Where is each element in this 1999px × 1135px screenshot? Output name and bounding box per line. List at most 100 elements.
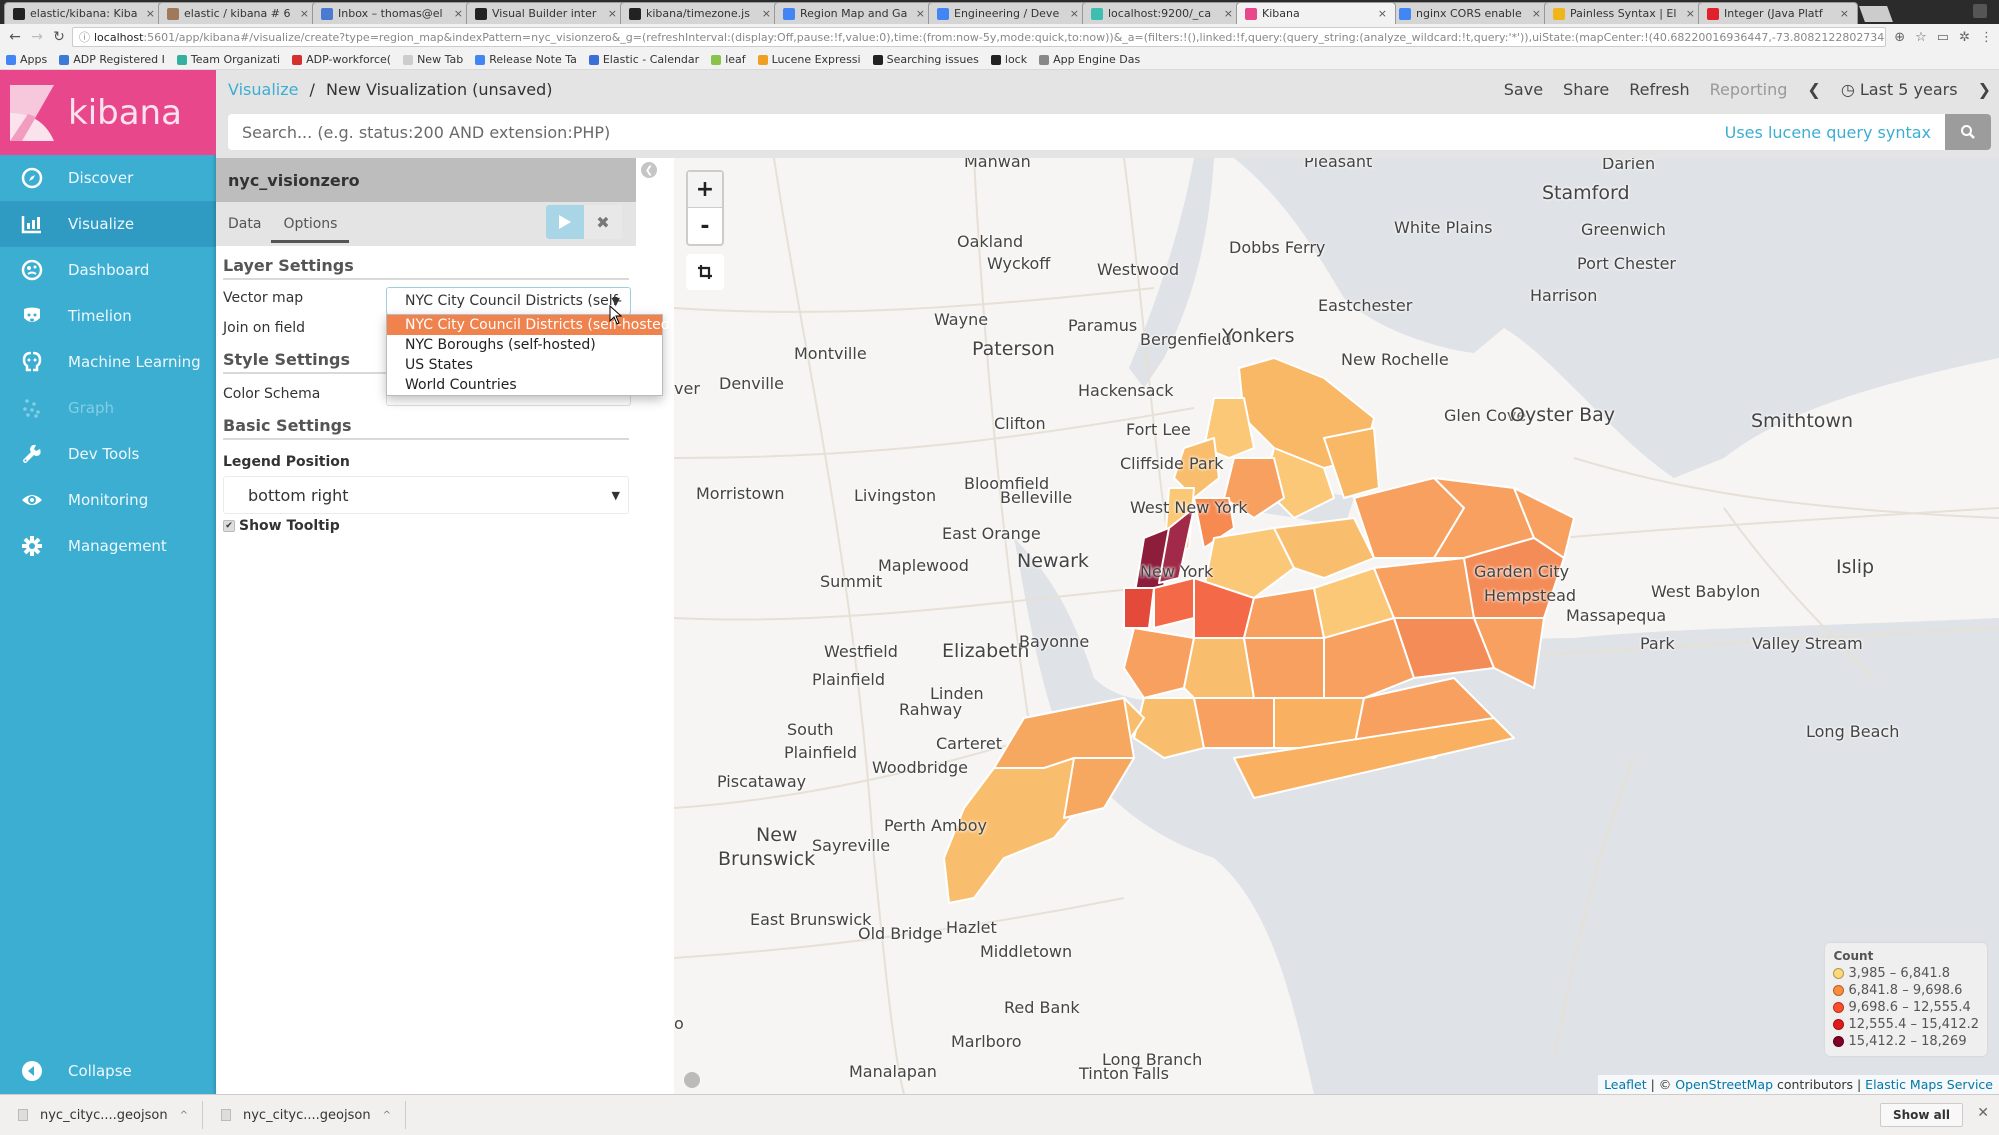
osm-link[interactable]: OpenStreetMap (1675, 1077, 1773, 1092)
back-icon[interactable]: ← (6, 29, 24, 45)
close-tab-icon[interactable]: × (916, 7, 925, 20)
tab-data[interactable]: Data (228, 202, 261, 246)
close-tab-icon[interactable]: × (1070, 7, 1079, 20)
refresh-button[interactable]: Refresh (1629, 80, 1689, 99)
bookmark-item[interactable]: lock (990, 53, 1027, 66)
download-item[interactable]: nyc_cityc....geojson ^ (203, 1101, 406, 1129)
close-tab-icon[interactable]: × (146, 7, 155, 20)
close-tab-icon[interactable]: × (1378, 7, 1387, 20)
download-item[interactable]: nyc_cityc....geojson ^ (0, 1101, 203, 1129)
search-icon (1961, 125, 1975, 139)
share-button[interactable]: Share (1563, 80, 1609, 99)
browser-tab[interactable]: Painless Syntax | El × (1544, 2, 1704, 24)
lucene-syntax-link[interactable]: Uses lucene query syntax (1725, 123, 1931, 142)
sidebar-item-dev-tools[interactable]: Dev Tools (0, 431, 216, 477)
url-input[interactable]: ⓘ localhost :5601/app/kibana#/visualize/… (72, 27, 1887, 47)
tab-options[interactable]: Options (271, 202, 350, 246)
fit-bounds-button[interactable] (686, 254, 724, 290)
bookmark-item[interactable]: New Tab (403, 53, 463, 66)
search-button[interactable] (1945, 114, 1991, 150)
vector-map-option[interactable]: World Countries (387, 375, 662, 395)
close-tab-icon[interactable]: × (300, 7, 309, 20)
new-tab-button[interactable] (1859, 6, 1893, 22)
vector-map-value: NYC City Council Districts (self- (405, 293, 622, 309)
bookmark-item[interactable]: App Engine Das (1039, 53, 1140, 66)
locate-icon[interactable] (684, 1072, 700, 1088)
graph-icon (20, 396, 44, 420)
play-icon (559, 215, 571, 229)
window-control-icon[interactable] (1973, 4, 1987, 18)
zoom-page-icon[interactable]: ⊕ (1894, 30, 1905, 45)
browser-tab[interactable]: Inbox – thomas@el × (312, 2, 472, 24)
reload-icon[interactable]: ↻ (50, 29, 68, 45)
zoom-out-button[interactable]: - (688, 208, 722, 244)
close-downloads-icon[interactable]: ✕ (1977, 1105, 1989, 1121)
close-tab-icon[interactable]: × (1840, 7, 1849, 20)
bookmark-item[interactable]: Searching issues (872, 53, 979, 66)
browser-tab[interactable]: elastic / kibana # 6 × (158, 2, 318, 24)
cast-icon[interactable]: ▭ (1937, 30, 1949, 45)
sidebar-item-monitoring[interactable]: Monitoring (0, 477, 216, 523)
sidebar-item-label: Timelion (68, 307, 132, 325)
map-place-label: Clifton (994, 414, 1046, 433)
time-picker-button[interactable]: ◷ Last 5 years (1841, 80, 1958, 99)
forward-icon[interactable]: → (28, 29, 46, 45)
discard-changes-button[interactable]: ✖ (584, 205, 622, 239)
breadcrumb-visualize-link[interactable]: Visualize (228, 80, 298, 99)
chevron-up-icon[interactable]: ^ (180, 1110, 188, 1121)
close-tab-icon[interactable]: × (1686, 7, 1695, 20)
bookmark-item[interactable]: leaf (711, 53, 746, 66)
browser-tab[interactable]: Engineering / Deve × (928, 2, 1088, 24)
bookmark-star-icon[interactable]: ☆ (1915, 30, 1927, 45)
region-map[interactable]: Mahwah Pleasant Darien Stamford Oakland Wycko… (674, 158, 1999, 1094)
bookmark-item[interactable]: Release Note Ta (475, 53, 577, 66)
extension-icon[interactable]: ✲ (1959, 30, 1970, 45)
bookmark-item[interactable]: Team Organizati (176, 53, 280, 66)
browser-tab[interactable]: kibana/timezone.js × (620, 2, 780, 24)
browser-tab[interactable]: Visual Builder inter × (466, 2, 626, 24)
close-tab-icon[interactable]: × (1532, 7, 1541, 20)
time-prev-icon[interactable]: ❮ (1807, 80, 1820, 99)
browser-menu-icon[interactable]: ⋮ (1980, 30, 1993, 45)
apply-changes-button[interactable] (546, 205, 584, 239)
sidebar-item-visualize[interactable]: Visualize (0, 201, 216, 247)
bookmark-item[interactable]: Lucene Expressi (757, 53, 861, 66)
legend-position-select[interactable]: bottom right ▼ (223, 476, 629, 514)
browser-tab[interactable]: elastic/kibana: Kiba × (4, 2, 164, 24)
zoom-in-button[interactable]: + (688, 172, 722, 208)
sidebar-item-timelion[interactable]: Timelion (0, 293, 216, 339)
vector-map-select[interactable]: NYC City Council Districts (self- ▼ (386, 287, 631, 315)
sidebar-item-graph[interactable]: Graph (0, 385, 216, 431)
browser-tab[interactable]: Region Map and Ga × (774, 2, 934, 24)
browser-tab[interactable]: nginx CORS enable × (1390, 2, 1550, 24)
bookmark-item[interactable]: ADP Registered I (59, 53, 165, 66)
reporting-button[interactable]: Reporting (1710, 80, 1788, 99)
collapse-button[interactable]: Collapse (0, 1048, 216, 1094)
close-tab-icon[interactable]: × (454, 7, 463, 20)
show-all-downloads-button[interactable]: Show all (1879, 1103, 1963, 1127)
leaflet-link[interactable]: Leaflet (1604, 1077, 1647, 1092)
close-tab-icon[interactable]: × (608, 7, 617, 20)
save-button[interactable]: Save (1504, 80, 1543, 99)
search-input[interactable] (242, 122, 1725, 142)
close-tab-icon[interactable]: × (1224, 7, 1233, 20)
close-tab-icon[interactable]: × (762, 7, 771, 20)
collapse-editor-button[interactable]: ❮ (641, 162, 657, 178)
sidebar-item-dashboard[interactable]: Dashboard (0, 247, 216, 293)
sidebar-item-machine-learning[interactable]: Machine Learning (0, 339, 216, 385)
browser-tab[interactable]: localhost:9200/_ca × (1082, 2, 1242, 24)
browser-tab[interactable]: Integer (Java Platf × (1698, 2, 1858, 24)
bookmark-item[interactable]: Elastic - Calendar (588, 53, 699, 66)
kibana-logo[interactable]: kibana (0, 70, 216, 155)
bookmark-item[interactable]: Apps (6, 53, 47, 66)
vector-map-option[interactable]: US States (387, 355, 662, 375)
show-tooltip-checkbox[interactable]: ✔ (223, 520, 235, 532)
bookmark-item[interactable]: ADP-workforce( (292, 53, 391, 66)
ems-link[interactable]: Elastic Maps Service (1865, 1077, 1993, 1092)
vector-map-option[interactable]: NYC Boroughs (self-hosted) (387, 335, 662, 355)
chevron-up-icon[interactable]: ^ (383, 1110, 391, 1121)
time-next-icon[interactable]: ❯ (1978, 80, 1991, 99)
browser-tab[interactable]: Kibana × (1236, 2, 1396, 24)
sidebar-item-management[interactable]: Management (0, 523, 216, 569)
sidebar-item-discover[interactable]: Discover (0, 155, 216, 201)
